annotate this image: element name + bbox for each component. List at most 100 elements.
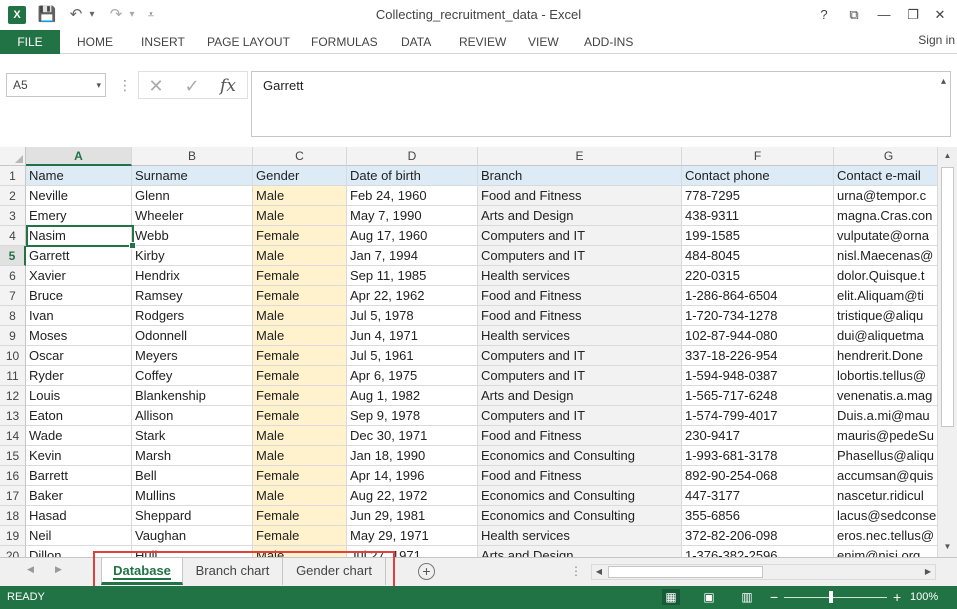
cell-d12[interactable]: Aug 1, 1982 (347, 386, 478, 406)
cell-a14[interactable]: Wade (26, 426, 132, 446)
column-header-d[interactable]: D (347, 147, 478, 166)
row-header[interactable]: 7 (0, 286, 26, 306)
next-sheet-icon[interactable]: ▶ (55, 564, 62, 575)
zoom-level[interactable]: 100% (910, 591, 938, 603)
cell-b9[interactable]: Odonnell (132, 326, 253, 346)
cell-b8[interactable]: Rodgers (132, 306, 253, 326)
cell-c4[interactable]: Female (253, 226, 347, 246)
cell-d11[interactable]: Apr 6, 1975 (347, 366, 478, 386)
cell-f15[interactable]: 1-993-681-3178 (682, 446, 834, 466)
cell-d19[interactable]: May 29, 1971 (347, 526, 478, 546)
cell-g13[interactable]: Duis.a.mi@mau (834, 406, 937, 426)
cell-e1[interactable]: Branch (478, 166, 682, 186)
cell-g12[interactable]: venenatis.a.mag (834, 386, 937, 406)
cell-g5[interactable]: nisl.Maecenas@ (834, 246, 937, 266)
cell-f19[interactable]: 372-82-206-098 (682, 526, 834, 546)
cell-b14[interactable]: Stark (132, 426, 253, 446)
cell-b4[interactable]: Webb (132, 226, 253, 246)
expand-formula-bar-icon[interactable]: ▴ (941, 76, 946, 87)
cell-a5[interactable]: Garrett (26, 246, 132, 266)
row-header[interactable]: 13 (0, 406, 26, 426)
cell-c14[interactable]: Male (253, 426, 347, 446)
column-header-f[interactable]: F (682, 147, 834, 166)
cell-e14[interactable]: Food and Fitness (478, 426, 682, 446)
row-header[interactable]: 12 (0, 386, 26, 406)
column-header-b[interactable]: B (132, 147, 253, 166)
cell-e18[interactable]: Economics and Consulting (478, 506, 682, 526)
vertical-scrollbar[interactable]: ▲ ▼ (937, 147, 957, 557)
cell-e17[interactable]: Economics and Consulting (478, 486, 682, 506)
cell-g15[interactable]: Phasellus@aliqu (834, 446, 937, 466)
tab-review[interactable]: REVIEW (459, 30, 506, 54)
cell-d1[interactable]: Date of birth (347, 166, 478, 186)
cell-d6[interactable]: Sep 11, 1985 (347, 266, 478, 286)
cell-e16[interactable]: Food and Fitness (478, 466, 682, 486)
horizontal-scroll-thumb[interactable] (608, 566, 763, 578)
row-header[interactable]: 9 (0, 326, 26, 346)
row-header[interactable]: 10 (0, 346, 26, 366)
tab-data[interactable]: DATA (401, 30, 431, 54)
cell-e12[interactable]: Arts and Design (478, 386, 682, 406)
cell-d13[interactable]: Sep 9, 1978 (347, 406, 478, 426)
tab-file[interactable]: FILE (0, 30, 60, 54)
column-header-e[interactable]: E (478, 147, 682, 166)
row-header[interactable]: 20 (0, 546, 26, 557)
cell-f5[interactable]: 484-8045 (682, 246, 834, 266)
cell-e15[interactable]: Economics and Consulting (478, 446, 682, 466)
cell-b7[interactable]: Ramsey (132, 286, 253, 306)
cell-f4[interactable]: 199-1585 (682, 226, 834, 246)
cell-b15[interactable]: Marsh (132, 446, 253, 466)
cell-f7[interactable]: 1-286-864-6504 (682, 286, 834, 306)
add-sheet-icon[interactable]: + (418, 563, 435, 580)
cell-a1[interactable]: Name (26, 166, 132, 186)
cell-f18[interactable]: 355-6856 (682, 506, 834, 526)
row-header[interactable]: 14 (0, 426, 26, 446)
row-header[interactable]: 16 (0, 466, 26, 486)
scroll-up-icon[interactable]: ▲ (938, 148, 957, 164)
cell-g1[interactable]: Contact e-mail (834, 166, 937, 186)
cell-f11[interactable]: 1-594-948-0387 (682, 366, 834, 386)
cell-d17[interactable]: Aug 22, 1972 (347, 486, 478, 506)
cell-g17[interactable]: nascetur.ridicul (834, 486, 937, 506)
tab-home[interactable]: HOME (77, 30, 113, 54)
cell-g14[interactable]: mauris@pedeSu (834, 426, 937, 446)
cell-a6[interactable]: Xavier (26, 266, 132, 286)
cell-g10[interactable]: hendrerit.Done (834, 346, 937, 366)
vertical-scroll-thumb[interactable] (941, 167, 954, 427)
cell-b12[interactable]: Blankenship (132, 386, 253, 406)
cell-a15[interactable]: Kevin (26, 446, 132, 466)
column-header-a[interactable]: A (26, 147, 132, 166)
cell-g6[interactable]: dolor.Quisque.t (834, 266, 937, 286)
cell-c12[interactable]: Female (253, 386, 347, 406)
cell-c19[interactable]: Female (253, 526, 347, 546)
column-header-g[interactable]: G (834, 147, 937, 166)
cell-b5[interactable]: Kirby (132, 246, 253, 266)
cell-b11[interactable]: Coffey (132, 366, 253, 386)
tab-split-handle-icon[interactable]: ⋮ (570, 564, 582, 578)
cell-d4[interactable]: Aug 17, 1960 (347, 226, 478, 246)
cell-c3[interactable]: Male (253, 206, 347, 226)
scroll-left-icon[interactable]: ◀ (592, 565, 606, 579)
cell-e8[interactable]: Food and Fitness (478, 306, 682, 326)
cell-c7[interactable]: Female (253, 286, 347, 306)
cell-c5[interactable]: Male (253, 246, 347, 266)
cell-a4[interactable]: Nasim (26, 226, 132, 246)
cell-b17[interactable]: Mullins (132, 486, 253, 506)
cell-d10[interactable]: Jul 5, 1961 (347, 346, 478, 366)
cancel-icon[interactable]: ✕ (141, 74, 171, 98)
cell-c11[interactable]: Female (253, 366, 347, 386)
cell-g4[interactable]: vulputate@orna (834, 226, 937, 246)
cell-g9[interactable]: dui@aliquetma (834, 326, 937, 346)
cell-b2[interactable]: Glenn (132, 186, 253, 206)
cell-d14[interactable]: Dec 30, 1971 (347, 426, 478, 446)
cell-b1[interactable]: Surname (132, 166, 253, 186)
cell-c2[interactable]: Male (253, 186, 347, 206)
zoom-in-icon[interactable]: + (893, 589, 901, 605)
row-header[interactable]: 17 (0, 486, 26, 506)
cell-b19[interactable]: Vaughan (132, 526, 253, 546)
cell-c6[interactable]: Female (253, 266, 347, 286)
cell-g16[interactable]: accumsan@quis (834, 466, 937, 486)
cell-e2[interactable]: Food and Fitness (478, 186, 682, 206)
select-all-button[interactable] (0, 147, 26, 166)
column-header-c[interactable]: C (253, 147, 347, 166)
